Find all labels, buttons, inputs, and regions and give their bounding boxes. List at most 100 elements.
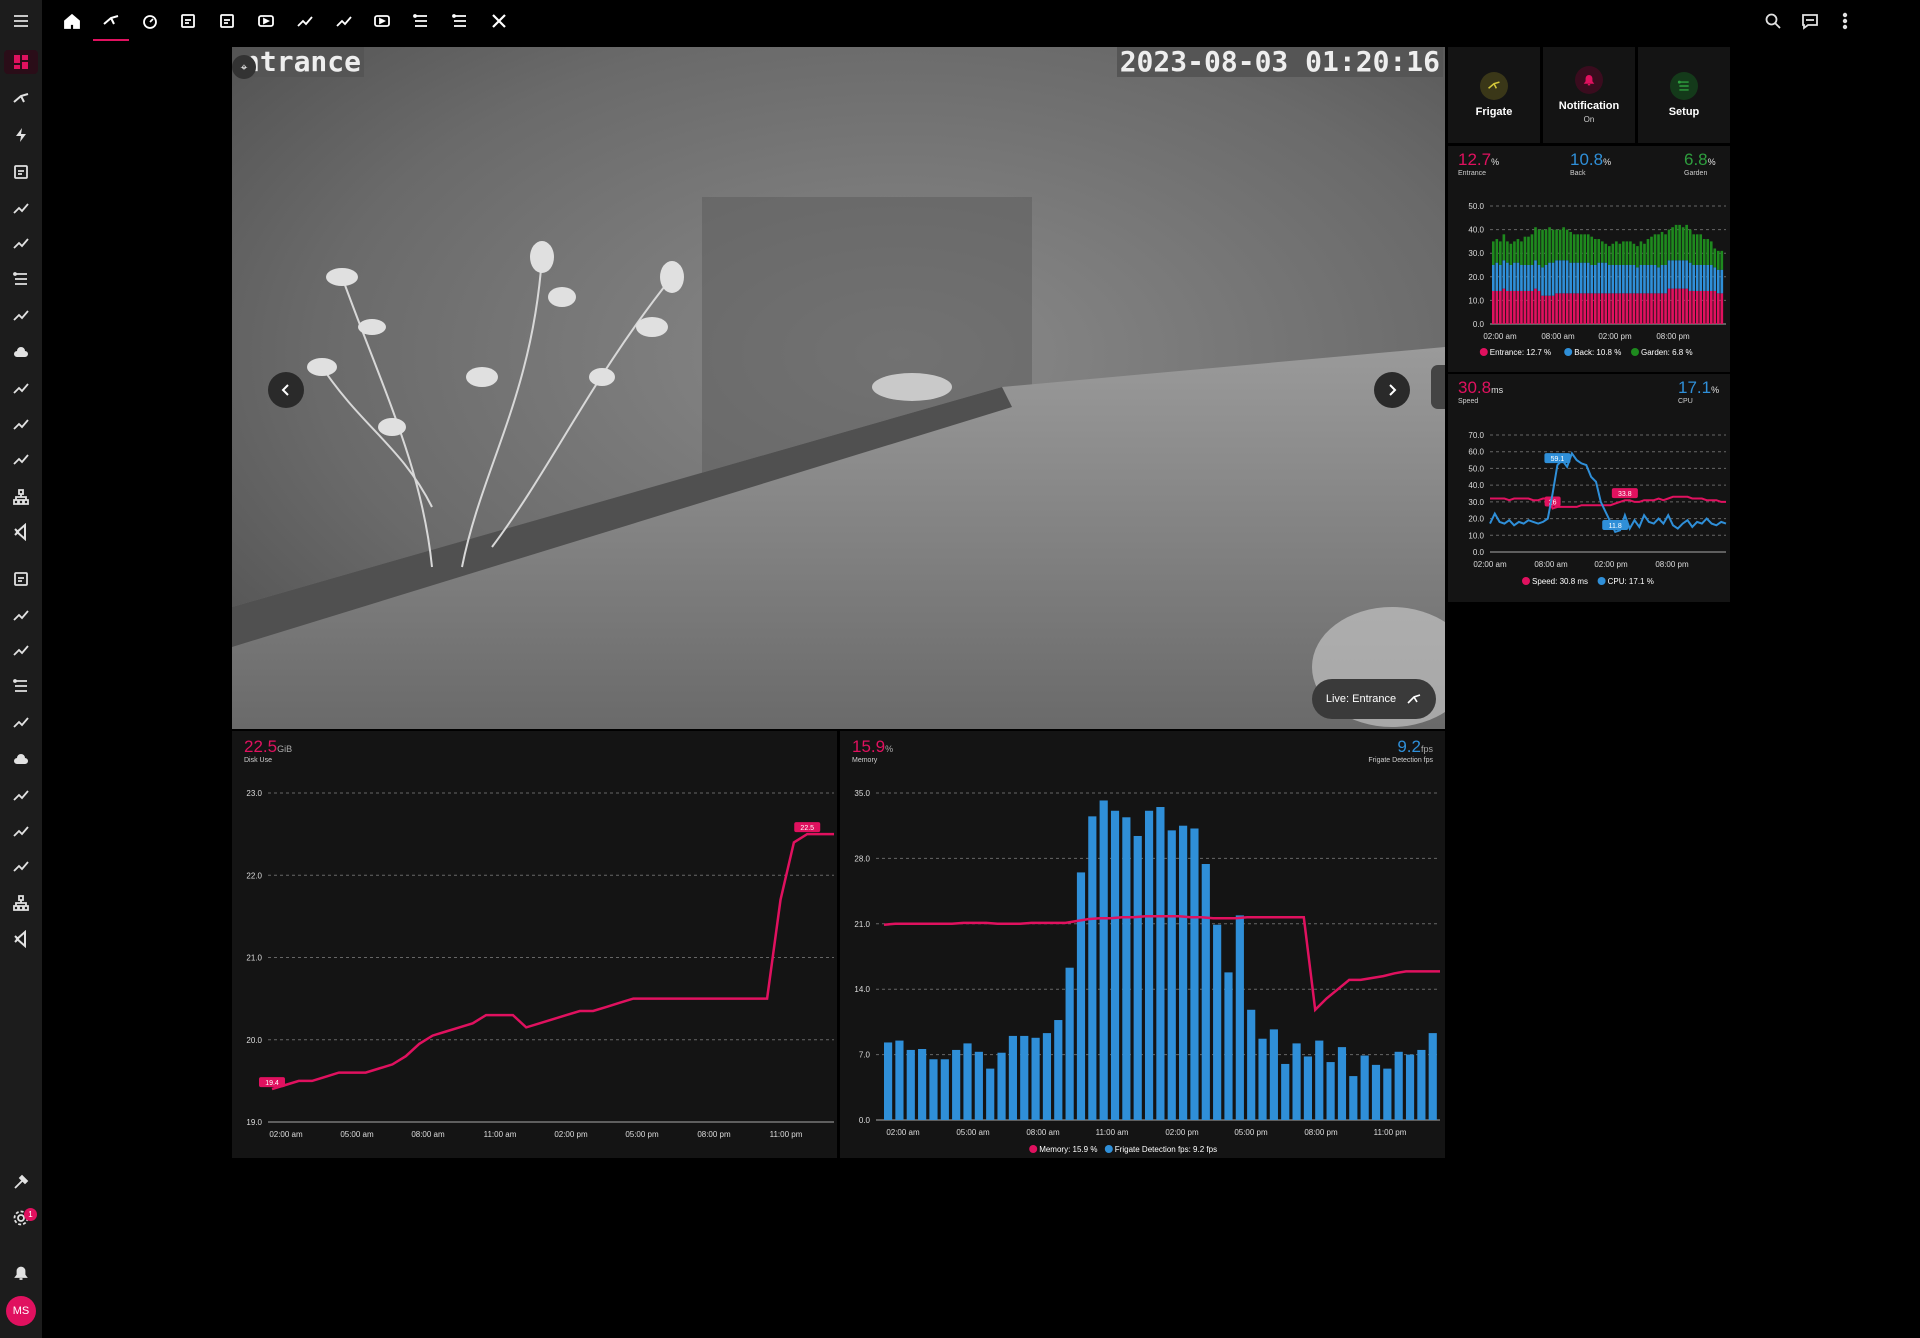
sidebar-item-store[interactable] (9, 783, 33, 807)
memory-unit: % (885, 744, 894, 754)
sidebar-item-store[interactable] (9, 376, 33, 400)
stat-label: CPU (1678, 398, 1693, 405)
stat-unit: % (1491, 157, 1500, 167)
view-tab-chart[interactable] (293, 9, 317, 33)
sidebar-item-media[interactable] (9, 854, 33, 878)
legend-entry[interactable]: Entrance: 12.7 % (1490, 348, 1551, 357)
bar-garden (1555, 229, 1558, 261)
cloud-icon (14, 347, 28, 357)
sidebar-item-trend[interactable] (9, 412, 33, 436)
camera-menu-button[interactable]: ⌖ (232, 55, 256, 79)
network-icon (220, 14, 235, 28)
bar-fps (997, 1052, 1006, 1120)
view-tab-server[interactable] (254, 9, 278, 33)
bar-back (1544, 265, 1548, 296)
sidebar-item-logbook[interactable] (9, 567, 33, 591)
bar-garden (1516, 239, 1520, 263)
x-tick-label: 08:00 pm (697, 1130, 731, 1139)
bar-entrance (1576, 293, 1579, 324)
avatar[interactable]: MS (6, 1296, 36, 1326)
view-tab-tree[interactable] (448, 9, 472, 33)
view-tab-tools[interactable] (487, 9, 511, 33)
more-button[interactable] (1833, 9, 1857, 33)
bar-back (1590, 265, 1594, 294)
sidebar-item-speedometer[interactable] (9, 603, 33, 627)
chevron-right-icon (1389, 384, 1397, 396)
legend-entry[interactable]: Back: 10.8 % (1574, 348, 1621, 357)
sidebar-item-badge[interactable] (9, 231, 33, 255)
bar-entrance (1558, 293, 1562, 324)
x-tick-label: 02:00 pm (1594, 560, 1628, 569)
view-tab-video[interactable] (332, 9, 356, 33)
data-label: 22.5 (800, 825, 814, 832)
view-tab-home[interactable] (60, 9, 84, 33)
bar-fps (1417, 1049, 1426, 1120)
sidebar-dev-tools[interactable] (9, 1170, 33, 1194)
legend-entry[interactable]: Memory: 15.9 % (1039, 1145, 1097, 1154)
sidebar-item-chart[interactable] (9, 303, 33, 327)
bar-back (1674, 260, 1678, 289)
view-tab-switch[interactable] (370, 9, 394, 33)
bar-entrance (1611, 293, 1615, 324)
bar-entrance (1632, 293, 1636, 324)
legend-entry[interactable]: Garden: 6.8 % (1641, 348, 1693, 357)
sidebar-item-speedometer[interactable] (9, 196, 33, 220)
bar-back (1622, 265, 1625, 294)
sidebar-item-sitemap[interactable] (9, 891, 33, 915)
setup-button[interactable]: Setup (1638, 47, 1730, 143)
satellite-icon (142, 15, 157, 29)
bar-back (1541, 267, 1544, 296)
sidebar-item-media[interactable] (9, 447, 33, 471)
camera-view[interactable]: ntrance 2023-08-03 01:20:16 ⌖ Live: Entr… (232, 47, 1445, 729)
sidebar-item-vscode[interactable] (9, 927, 33, 951)
bar-fps (952, 1049, 961, 1120)
bar-entrance (1646, 293, 1650, 324)
view-tab-network[interactable] (215, 9, 239, 33)
live-camera-button[interactable]: Live: Entrance (1312, 679, 1436, 719)
sidebar-item-sitemap[interactable] (9, 485, 33, 509)
sidebar-item-list[interactable] (9, 674, 33, 698)
sidebar-item-energy[interactable] (9, 123, 33, 147)
sidebar-item-chart[interactable] (9, 710, 33, 734)
notification-button[interactable]: Notification On (1543, 47, 1635, 143)
sidebar-item-list[interactable] (9, 267, 33, 291)
prev-camera-button[interactable] (268, 372, 304, 408)
next-camera-button[interactable] (1374, 372, 1410, 408)
view-tab-book[interactable] (409, 9, 433, 33)
sidebar-item-vscode[interactable] (9, 520, 33, 544)
sidebar-notifications[interactable] (9, 1261, 33, 1285)
legend-entry[interactable]: CPU: 17.1 % (1608, 577, 1654, 586)
stat-value: 12.7 (1458, 150, 1492, 169)
search-button[interactable] (1761, 9, 1785, 33)
legend-entry[interactable]: Frigate Detection fps: 9.2 fps (1115, 1145, 1217, 1154)
action-buttons: Frigate Notification On Setup (1448, 47, 1730, 143)
sidebar-item-cloud[interactable] (9, 747, 33, 771)
view-tab-satellite[interactable] (138, 9, 162, 33)
stat-speed: 30.8ms Speed (1458, 378, 1503, 405)
bar-garden (1513, 241, 1516, 263)
bar-entrance (1650, 293, 1653, 324)
bar-back (1702, 265, 1706, 291)
sidebar-item-cctv[interactable] (9, 87, 33, 111)
speed-cpu-chart: 0.0 10.0 20.0 30.0 40.0 50.0 60.0 70.0 02:00 am 0… (1468, 431, 1727, 586)
menu-button[interactable] (9, 9, 33, 33)
bar-entrance (1643, 293, 1646, 324)
home-icon (64, 13, 80, 29)
cloud-icon (14, 754, 28, 764)
view-tab-cctv[interactable] (99, 9, 123, 33)
bar-entrance (1600, 293, 1604, 324)
sidebar-item-trend[interactable] (9, 819, 33, 843)
camera-side-handle[interactable] (1431, 365, 1445, 409)
bar-back (1579, 262, 1583, 294)
bar-garden (1660, 231, 1664, 265)
sidebar-item-logbook[interactable] (9, 160, 33, 184)
bar-garden (1674, 224, 1678, 261)
sidebar-item-cloud[interactable] (9, 340, 33, 364)
bar-garden (1558, 229, 1562, 261)
sidebar-item-dashboard[interactable] (4, 50, 38, 74)
sidebar-item-badge[interactable] (9, 638, 33, 662)
view-tab-weather[interactable] (176, 9, 200, 33)
legend-entry[interactable]: Speed: 30.8 ms (1532, 577, 1588, 586)
frigate-button[interactable]: Frigate (1448, 47, 1540, 143)
assist-button[interactable] (1798, 9, 1822, 33)
